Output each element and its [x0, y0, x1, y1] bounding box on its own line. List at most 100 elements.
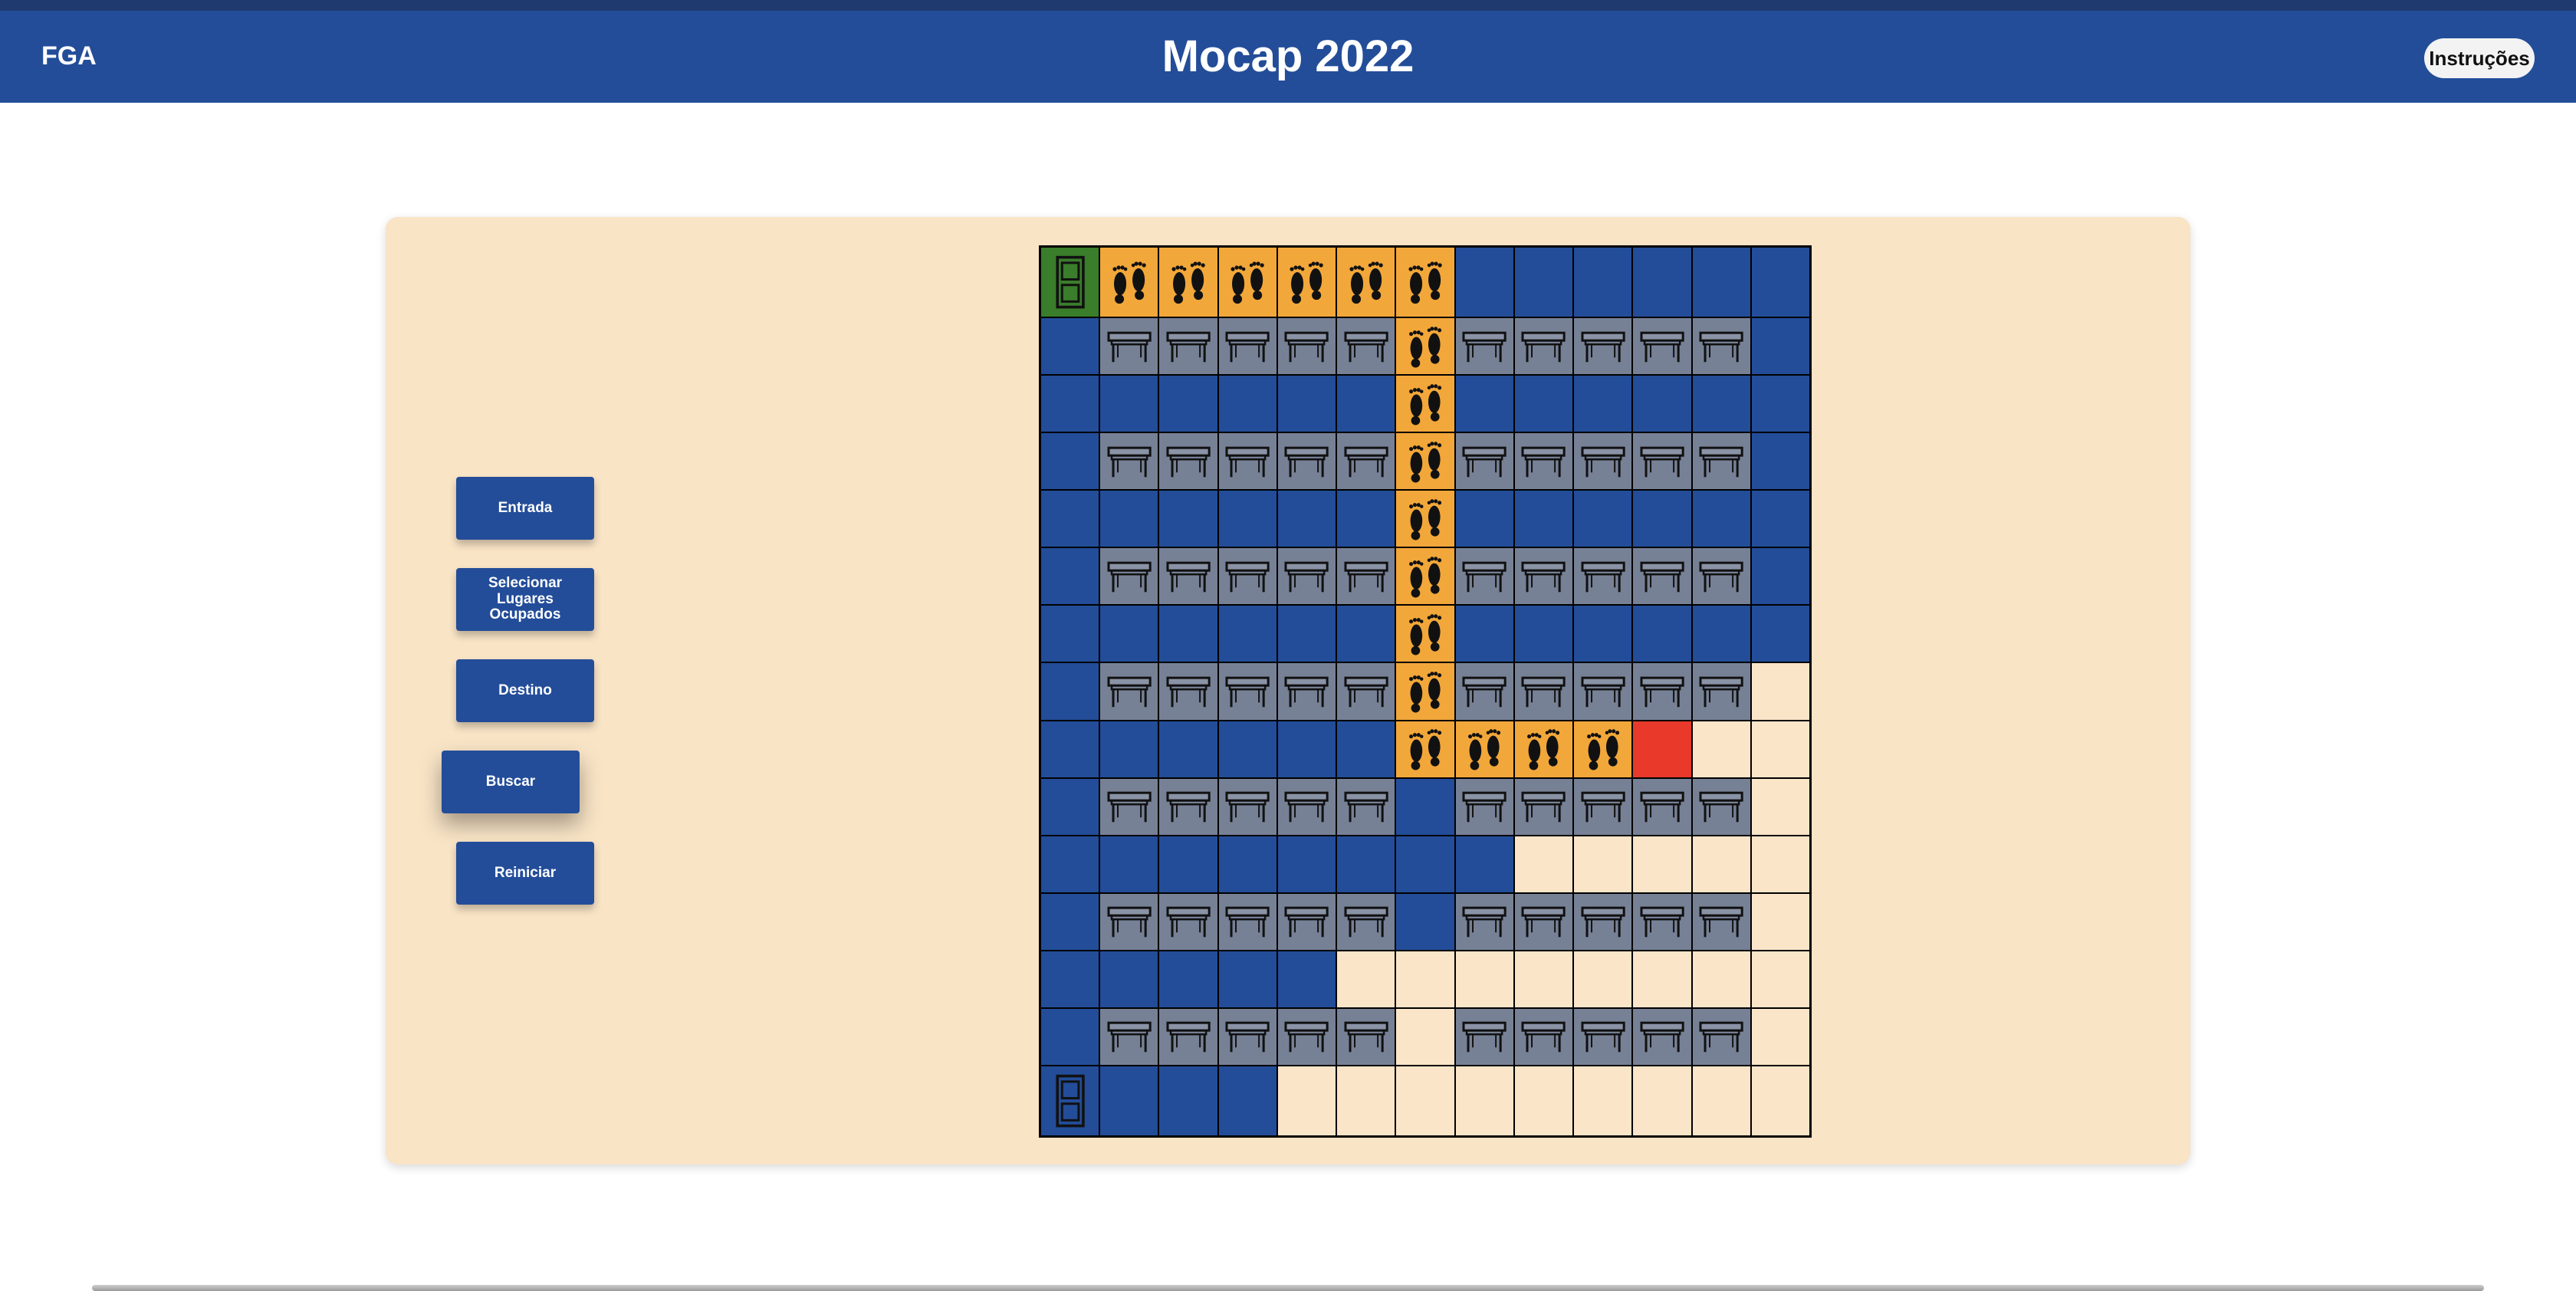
floor-cell[interactable] [1040, 1007, 1100, 1066]
floor-cell[interactable] [1632, 375, 1692, 433]
floor-cell[interactable] [1336, 835, 1396, 893]
desk-cell[interactable] [1336, 662, 1396, 721]
floor-cell[interactable] [1632, 247, 1692, 318]
empty-cell[interactable] [1632, 835, 1692, 893]
path-cell[interactable] [1395, 317, 1455, 376]
empty-cell[interactable] [1336, 950, 1396, 1008]
path-cell[interactable] [1217, 247, 1277, 318]
floor-cell[interactable] [1099, 490, 1159, 548]
floor-cell[interactable] [1158, 950, 1218, 1008]
empty-cell[interactable] [1691, 950, 1751, 1008]
desk-cell[interactable] [1513, 432, 1574, 491]
empty-cell[interactable] [1573, 950, 1633, 1008]
desk-cell[interactable] [1276, 777, 1337, 836]
floor-cell[interactable] [1217, 720, 1277, 778]
desk-cell[interactable] [1336, 317, 1396, 376]
floor-cell[interactable] [1040, 605, 1100, 663]
floor-cell[interactable] [1691, 375, 1751, 433]
floor-cell[interactable] [1040, 720, 1100, 778]
floor-cell[interactable] [1513, 247, 1574, 318]
desk-cell[interactable] [1158, 662, 1218, 721]
floor-cell[interactable] [1217, 605, 1277, 663]
desk-cell[interactable] [1513, 662, 1574, 721]
empty-cell[interactable] [1573, 835, 1633, 893]
exit-door-cell[interactable] [1040, 1065, 1100, 1136]
floor-cell[interactable] [1099, 835, 1159, 893]
desk-cell[interactable] [1336, 432, 1396, 491]
desk-cell[interactable] [1217, 892, 1277, 951]
floor-cell[interactable] [1158, 720, 1218, 778]
empty-cell[interactable] [1454, 1065, 1514, 1136]
floor-cell[interactable] [1099, 950, 1159, 1008]
floor-cell[interactable] [1276, 950, 1337, 1008]
desk-cell[interactable] [1099, 662, 1159, 721]
desk-cell[interactable] [1632, 317, 1692, 376]
desk-cell[interactable] [1573, 662, 1633, 721]
empty-cell[interactable] [1632, 1065, 1692, 1136]
floor-cell[interactable] [1691, 247, 1751, 318]
floor-cell[interactable] [1750, 490, 1810, 548]
floor-cell[interactable] [1336, 375, 1396, 433]
floor-cell[interactable] [1040, 375, 1100, 433]
desk-cell[interactable] [1573, 317, 1633, 376]
empty-cell[interactable] [1750, 662, 1810, 721]
floor-cell[interactable] [1632, 490, 1692, 548]
desk-cell[interactable] [1454, 892, 1514, 951]
desk-cell[interactable] [1691, 317, 1751, 376]
empty-cell[interactable] [1750, 950, 1810, 1008]
path-cell[interactable] [1395, 720, 1455, 778]
empty-cell[interactable] [1750, 835, 1810, 893]
desk-cell[interactable] [1573, 432, 1633, 491]
desk-cell[interactable] [1691, 432, 1751, 491]
floor-cell[interactable] [1691, 490, 1751, 548]
empty-cell[interactable] [1750, 892, 1810, 951]
desk-cell[interactable] [1276, 547, 1337, 606]
floor-cell[interactable] [1040, 317, 1100, 376]
floor-cell[interactable] [1217, 950, 1277, 1008]
desk-cell[interactable] [1217, 662, 1277, 721]
desk-cell[interactable] [1454, 432, 1514, 491]
empty-cell[interactable] [1691, 720, 1751, 778]
destino-button[interactable]: Destino [456, 659, 594, 722]
desk-cell[interactable] [1217, 547, 1277, 606]
floor-cell[interactable] [1217, 375, 1277, 433]
desk-cell[interactable] [1632, 1007, 1692, 1066]
destination-cell[interactable] [1632, 720, 1692, 778]
path-cell[interactable] [1099, 247, 1159, 318]
path-cell[interactable] [1395, 547, 1455, 606]
floor-cell[interactable] [1276, 490, 1337, 548]
empty-cell[interactable] [1276, 1065, 1337, 1136]
floor-cell[interactable] [1632, 605, 1692, 663]
desk-cell[interactable] [1158, 547, 1218, 606]
floor-cell[interactable] [1573, 490, 1633, 548]
desk-cell[interactable] [1573, 892, 1633, 951]
floor-cell[interactable] [1750, 547, 1810, 606]
empty-cell[interactable] [1395, 1065, 1455, 1136]
desk-cell[interactable] [1691, 662, 1751, 721]
empty-cell[interactable] [1632, 950, 1692, 1008]
floor-cell[interactable] [1276, 835, 1337, 893]
empty-cell[interactable] [1691, 835, 1751, 893]
floor-cell[interactable] [1454, 247, 1514, 318]
path-cell[interactable] [1395, 605, 1455, 663]
empty-cell[interactable] [1513, 950, 1574, 1008]
desk-cell[interactable] [1454, 317, 1514, 376]
desk-cell[interactable] [1217, 777, 1277, 836]
empty-cell[interactable] [1395, 950, 1455, 1008]
floor-cell[interactable] [1158, 605, 1218, 663]
desk-cell[interactable] [1217, 317, 1277, 376]
desk-cell[interactable] [1217, 1007, 1277, 1066]
floor-cell[interactable] [1217, 835, 1277, 893]
desk-cell[interactable] [1217, 432, 1277, 491]
floor-cell[interactable] [1217, 1065, 1277, 1136]
desk-cell[interactable] [1336, 1007, 1396, 1066]
desk-cell[interactable] [1632, 777, 1692, 836]
entry-door-cell[interactable] [1040, 247, 1100, 318]
reiniciar-button[interactable]: Reiniciar [456, 842, 594, 905]
desk-cell[interactable] [1276, 1007, 1337, 1066]
floor-cell[interactable] [1573, 247, 1633, 318]
desk-cell[interactable] [1513, 1007, 1574, 1066]
desk-cell[interactable] [1691, 1007, 1751, 1066]
floor-cell[interactable] [1691, 605, 1751, 663]
floor-cell[interactable] [1750, 432, 1810, 491]
